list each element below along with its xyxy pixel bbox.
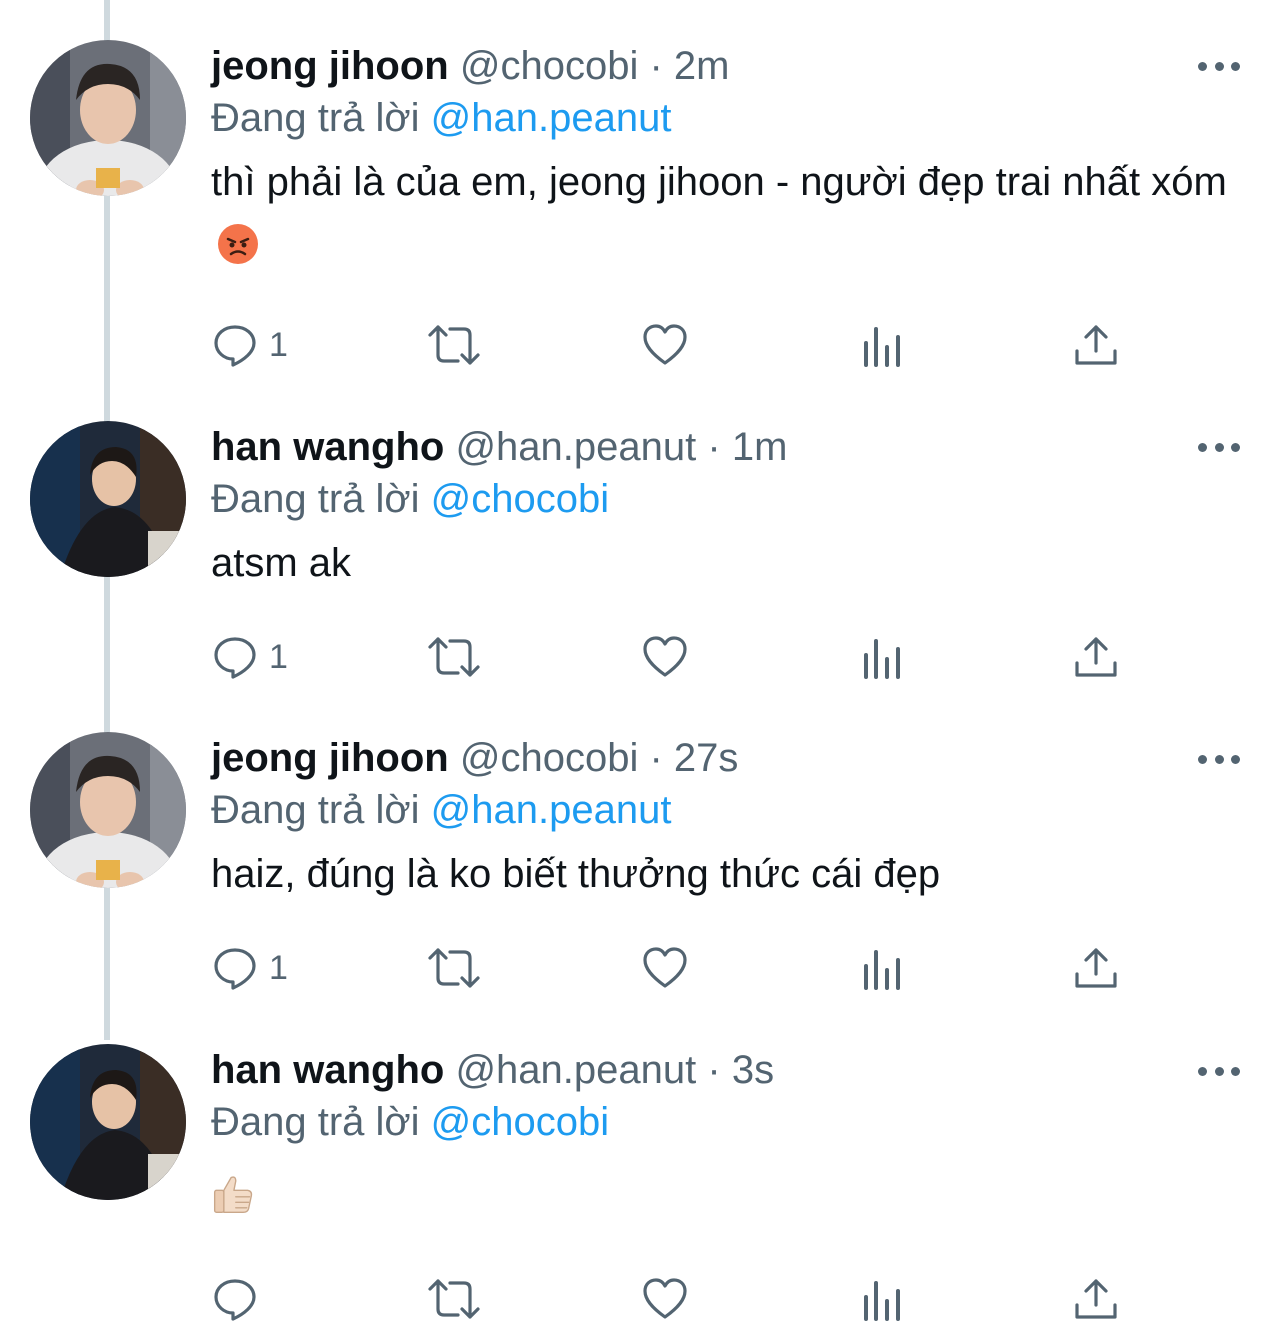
separator-dot: · xyxy=(707,425,721,469)
share-icon xyxy=(1075,637,1117,677)
timestamp[interactable]: 2m xyxy=(674,44,730,88)
heart-icon xyxy=(643,1278,687,1319)
user-handle[interactable]: @han.peanut xyxy=(455,425,696,469)
reply-button[interactable] xyxy=(211,1274,269,1324)
tweet-text: thì phải là của em, jeong jihoon - người… xyxy=(211,150,1254,278)
tweet-text: atsm ak xyxy=(211,541,352,585)
reply-icon xyxy=(214,325,256,367)
share-button[interactable] xyxy=(1072,320,1120,370)
reply-mention[interactable]: @chocobi xyxy=(431,477,609,521)
reply-prefix: Đang trả lời xyxy=(211,96,420,140)
reply-mention[interactable]: @han.peanut xyxy=(431,788,672,832)
share-button[interactable] xyxy=(1072,943,1120,993)
views-button[interactable] xyxy=(859,632,907,682)
reply-mention[interactable]: @han.peanut xyxy=(431,96,672,140)
heart-icon xyxy=(643,324,687,365)
action-bar: 1 xyxy=(211,632,1131,682)
separator-dot: · xyxy=(649,736,663,780)
reply-prefix: Đang trả lời xyxy=(211,1100,420,1144)
avatar[interactable] xyxy=(30,732,186,888)
tweet-text-content: thì phải là của em, jeong jihoon - người… xyxy=(211,160,1227,204)
retweet-button[interactable] xyxy=(426,943,482,993)
retweet-button[interactable] xyxy=(426,632,482,682)
retweet-button[interactable] xyxy=(426,320,482,370)
like-button[interactable] xyxy=(641,943,689,993)
thumbs-up-icon xyxy=(213,1176,253,1214)
reply-icon xyxy=(214,948,256,990)
angry-face-icon xyxy=(218,224,258,264)
reply-count: 1 xyxy=(269,637,288,676)
reply-count: 1 xyxy=(269,948,288,987)
user-name[interactable]: jeong jihoon xyxy=(211,736,449,780)
reply-mention[interactable]: @chocobi xyxy=(431,1100,609,1144)
avatar[interactable] xyxy=(30,40,186,196)
more-icon[interactable] xyxy=(1198,753,1240,765)
like-button[interactable] xyxy=(641,632,689,682)
share-button[interactable] xyxy=(1072,632,1120,682)
separator-dot: · xyxy=(649,44,663,88)
views-icon xyxy=(864,327,900,367)
action-bar xyxy=(211,1274,1131,1324)
heart-icon xyxy=(643,947,687,988)
user-name[interactable]: han wangho xyxy=(211,1048,444,1092)
like-button[interactable] xyxy=(641,1274,689,1324)
share-icon xyxy=(1075,1279,1117,1319)
heart-icon xyxy=(643,636,687,677)
avatar-photo-wangho xyxy=(30,421,186,577)
tweet-text xyxy=(211,1172,1254,1216)
like-button[interactable] xyxy=(641,320,689,370)
retweet-icon xyxy=(428,1279,480,1319)
avatar-photo-wangho xyxy=(30,1044,186,1200)
tweet-text: haiz, đúng là ko biết thưởng thức cái đẹ… xyxy=(211,852,941,896)
separator-dot: · xyxy=(707,1048,721,1092)
reply-button[interactable]: 1 xyxy=(211,632,288,682)
user-handle[interactable]: @han.peanut xyxy=(455,1048,696,1092)
user-name[interactable]: han wangho xyxy=(211,425,444,469)
reply-button[interactable]: 1 xyxy=(211,943,288,993)
user-name[interactable]: jeong jihoon xyxy=(211,44,449,88)
avatar-photo-jihoon xyxy=(30,40,186,196)
timestamp[interactable]: 3s xyxy=(732,1048,774,1092)
reply-icon xyxy=(214,1279,256,1321)
reply-prefix: Đang trả lời xyxy=(211,477,420,521)
timestamp[interactable]: 27s xyxy=(674,736,739,780)
more-icon[interactable] xyxy=(1198,441,1240,453)
retweet-button[interactable] xyxy=(426,1274,482,1324)
user-handle[interactable]: @chocobi xyxy=(460,44,638,88)
share-button[interactable] xyxy=(1072,1274,1120,1324)
retweet-icon xyxy=(428,325,480,365)
views-icon xyxy=(864,639,900,679)
share-icon xyxy=(1075,325,1117,365)
views-button[interactable] xyxy=(859,320,907,370)
reply-count: 1 xyxy=(269,325,288,364)
action-bar: 1 xyxy=(211,943,1131,993)
views-icon xyxy=(864,950,900,990)
share-icon xyxy=(1075,948,1117,988)
avatar[interactable] xyxy=(30,421,186,577)
user-handle[interactable]: @chocobi xyxy=(460,736,638,780)
reply-prefix: Đang trả lời xyxy=(211,788,420,832)
views-button[interactable] xyxy=(859,943,907,993)
views-icon xyxy=(864,1281,900,1321)
more-icon[interactable] xyxy=(1198,1065,1240,1077)
retweet-icon xyxy=(428,948,480,988)
reply-icon xyxy=(214,637,256,679)
reply-button[interactable]: 1 xyxy=(211,320,288,370)
action-bar: 1 xyxy=(211,320,1131,370)
avatar-photo-jihoon xyxy=(30,732,186,888)
timestamp[interactable]: 1m xyxy=(732,425,788,469)
retweet-icon xyxy=(428,637,480,677)
avatar[interactable] xyxy=(30,1044,186,1200)
views-button[interactable] xyxy=(859,1274,907,1324)
more-icon[interactable] xyxy=(1198,60,1240,72)
